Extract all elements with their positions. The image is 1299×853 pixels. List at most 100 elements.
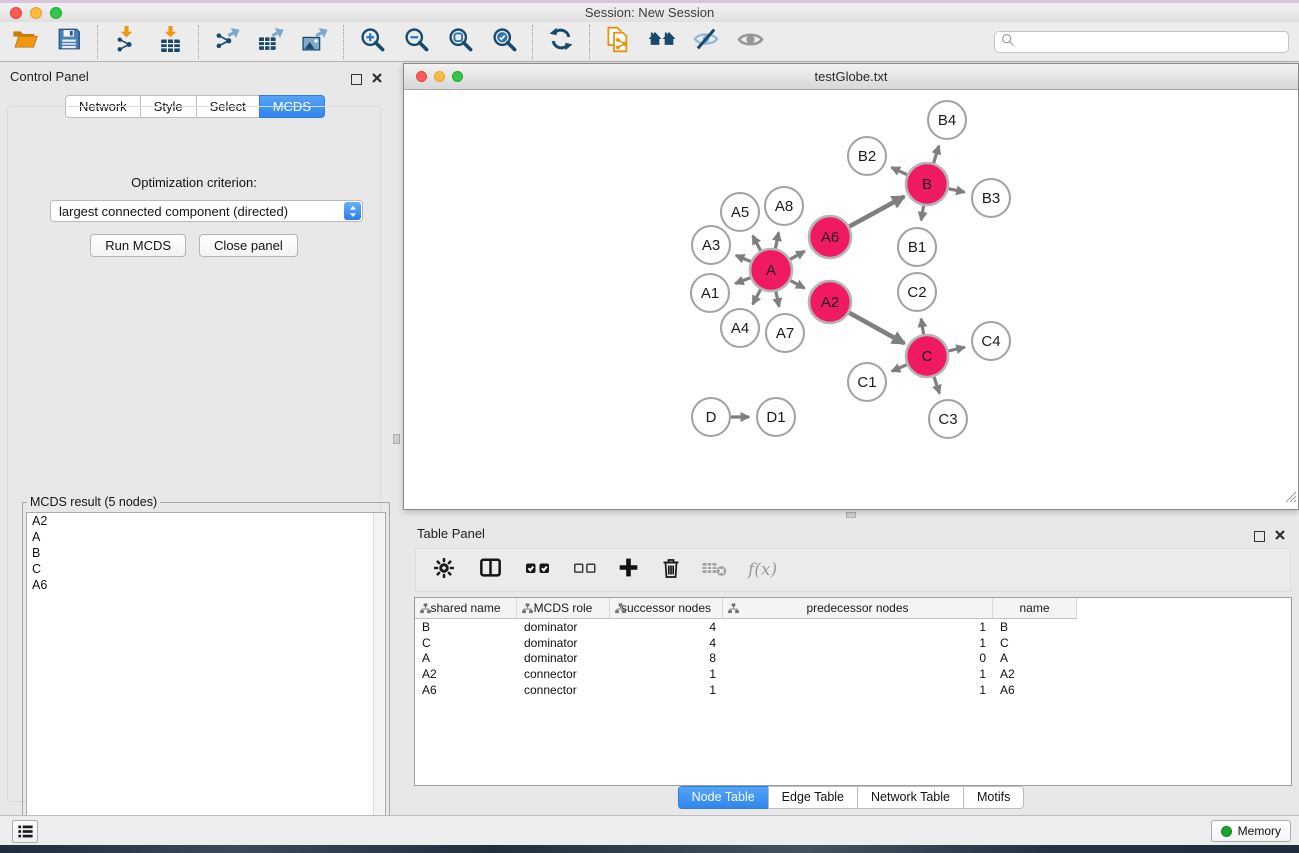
splitter-handle[interactable] xyxy=(393,434,400,444)
mcds-result-item[interactable]: B xyxy=(27,545,385,561)
create-column-button[interactable] xyxy=(617,553,640,587)
edge-B-B1[interactable] xyxy=(921,206,923,221)
node-B4[interactable]: B4 xyxy=(928,101,966,139)
mcds-result-item[interactable]: A2 xyxy=(27,513,385,529)
edge-A-A3[interactable] xyxy=(736,255,751,261)
edge-C-C3[interactable] xyxy=(934,377,940,394)
cell-predecessor-nodes[interactable]: 1 xyxy=(723,667,993,681)
node-B1[interactable]: B1 xyxy=(898,228,936,266)
edge-A-A6[interactable] xyxy=(790,251,805,259)
column-header-shared-name[interactable]: shared name xyxy=(415,598,517,619)
edge-C-C2[interactable] xyxy=(921,319,923,335)
tab-motifs[interactable]: Motifs xyxy=(963,786,1024,809)
cell-predecessor-nodes[interactable]: 0 xyxy=(723,651,993,665)
show-column-button[interactable] xyxy=(478,553,503,587)
table-row[interactable]: Bdominator41B xyxy=(415,619,1291,635)
table-row[interactable]: A6connector11A6 xyxy=(415,682,1291,698)
scrollbar-track[interactable] xyxy=(373,513,385,839)
cell-MCDS-role[interactable]: dominator xyxy=(517,651,610,665)
network-canvas[interactable]: A5A8A3A6AA1A4A7A2B2B4BB3B1C2CC4C1C3DD1 xyxy=(404,89,1298,509)
show-graphics-details-button[interactable] xyxy=(733,26,767,58)
node-A1[interactable]: A1 xyxy=(691,274,729,312)
edge-B-B4[interactable] xyxy=(934,146,939,163)
cell-shared-name[interactable]: B xyxy=(415,620,517,634)
hide-graphics-details-button[interactable] xyxy=(689,26,723,58)
node-D1[interactable]: D1 xyxy=(757,398,795,436)
cell-shared-name[interactable]: A xyxy=(415,651,517,665)
edge-B-B3[interactable] xyxy=(949,189,965,193)
node-B2[interactable]: B2 xyxy=(848,137,886,175)
edge-A-A8[interactable] xyxy=(775,233,778,249)
tab-network-table[interactable]: Network Table xyxy=(857,786,964,809)
mcds-result-item[interactable]: A6 xyxy=(27,577,385,593)
cell-MCDS-role[interactable]: dominator xyxy=(517,620,610,634)
cell-name[interactable]: B xyxy=(993,620,1077,634)
cell-successor-nodes[interactable]: 4 xyxy=(610,636,723,650)
node-D[interactable]: D xyxy=(692,398,730,436)
node-C2[interactable]: C2 xyxy=(898,273,936,311)
unselect-all-columns-button[interactable] xyxy=(572,553,598,587)
node-A[interactable]: A xyxy=(750,249,792,291)
zoom-in-button[interactable] xyxy=(355,26,389,58)
edge-A-A1[interactable] xyxy=(735,278,750,284)
cell-MCDS-role[interactable]: connector xyxy=(517,683,610,697)
edge-C-C4[interactable] xyxy=(948,347,964,351)
cell-MCDS-role[interactable]: connector xyxy=(517,667,610,681)
edge-C-C1[interactable] xyxy=(892,365,907,372)
network-snapshot-button[interactable] xyxy=(601,26,635,58)
zoom-fit-button[interactable] xyxy=(443,26,477,58)
table-row[interactable]: A2connector11A2 xyxy=(415,666,1291,682)
edge-A-A5[interactable] xyxy=(753,236,761,251)
cell-shared-name[interactable]: A2 xyxy=(415,667,517,681)
cell-successor-nodes[interactable]: 8 xyxy=(610,651,723,665)
splitter-handle[interactable] xyxy=(846,512,856,518)
save-session-button[interactable] xyxy=(52,26,86,58)
import-network-button[interactable] xyxy=(109,26,143,58)
node-A4[interactable]: A4 xyxy=(721,309,759,347)
node-A8[interactable]: A8 xyxy=(765,187,803,225)
edge-A-A7[interactable] xyxy=(776,292,779,307)
resize-grip-icon[interactable] xyxy=(1284,490,1297,508)
cell-name[interactable]: A xyxy=(993,651,1077,665)
float-panel-icon[interactable] xyxy=(351,74,362,85)
vertical-splitter[interactable] xyxy=(390,63,403,810)
cell-shared-name[interactable]: C xyxy=(415,636,517,650)
export-table-button[interactable] xyxy=(254,26,288,58)
task-history-button[interactable] xyxy=(12,820,38,843)
criterion-select[interactable]: largest connected component (directed) xyxy=(50,200,363,222)
zoom-selected-button[interactable] xyxy=(487,26,521,58)
node-B3[interactable]: B3 xyxy=(972,179,1010,217)
memory-button[interactable]: Memory xyxy=(1211,820,1291,842)
close-panel-icon[interactable] xyxy=(1275,527,1285,545)
run-mcds-button[interactable]: Run MCDS xyxy=(90,234,186,257)
search-input[interactable] xyxy=(1019,32,1288,52)
cell-name[interactable]: C xyxy=(993,636,1077,650)
table-options-button[interactable] xyxy=(432,553,456,587)
export-image-button[interactable] xyxy=(298,26,332,58)
cell-name[interactable]: A6 xyxy=(993,683,1077,697)
cell-predecessor-nodes[interactable]: 1 xyxy=(723,636,993,650)
node-A5[interactable]: A5 xyxy=(721,193,759,231)
float-panel-icon[interactable] xyxy=(1254,531,1265,542)
edge-A-A4[interactable] xyxy=(753,289,761,304)
close-panel-button[interactable]: Close panel xyxy=(199,234,298,257)
mcds-result-item[interactable]: C xyxy=(27,561,385,577)
network-frame-titlebar[interactable]: testGlobe.txt xyxy=(404,64,1298,90)
edge-B-B2[interactable] xyxy=(892,167,908,174)
apply-layout-button[interactable] xyxy=(544,26,578,58)
edge-A6-B[interactable] xyxy=(849,197,904,227)
column-header-name[interactable]: name xyxy=(993,598,1077,619)
cell-successor-nodes[interactable]: 1 xyxy=(610,683,723,697)
node-A6[interactable]: A6 xyxy=(809,216,851,258)
node-A7[interactable]: A7 xyxy=(766,314,804,352)
node-C[interactable]: C xyxy=(906,335,948,377)
column-header-predecessor-nodes[interactable]: predecessor nodes xyxy=(723,598,993,619)
cell-predecessor-nodes[interactable]: 1 xyxy=(723,683,993,697)
open-button[interactable] xyxy=(8,26,42,58)
tab-edge-table[interactable]: Edge Table xyxy=(768,786,858,809)
node-C1[interactable]: C1 xyxy=(848,363,886,401)
cell-MCDS-role[interactable]: dominator xyxy=(517,636,610,650)
horizontal-splitter[interactable] xyxy=(403,510,1299,520)
import-table-button[interactable] xyxy=(153,26,187,58)
column-header-successor-nodes[interactable]: successor nodes xyxy=(610,598,723,619)
